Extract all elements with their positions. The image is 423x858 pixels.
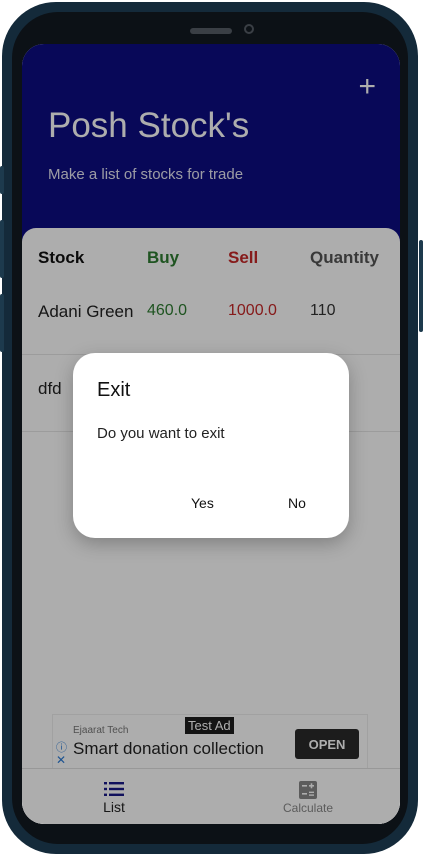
app-screen: + Posh Stock's Make a list of stocks for…: [22, 44, 400, 824]
no-button[interactable]: No: [288, 495, 306, 511]
dialog-message: Do you want to exit: [97, 425, 225, 442]
phone-side-button-left-3: [0, 294, 4, 352]
phone-speaker: [190, 28, 232, 34]
exit-dialog: Exit Do you want to exit Yes No: [73, 353, 349, 538]
yes-button[interactable]: Yes: [191, 495, 214, 511]
phone-side-button-left-2: [0, 220, 4, 278]
phone-side-button-right: [419, 240, 423, 332]
phone-camera: [244, 24, 254, 34]
phone-side-button-left-1: [0, 166, 4, 194]
dialog-title: Exit: [97, 379, 131, 401]
